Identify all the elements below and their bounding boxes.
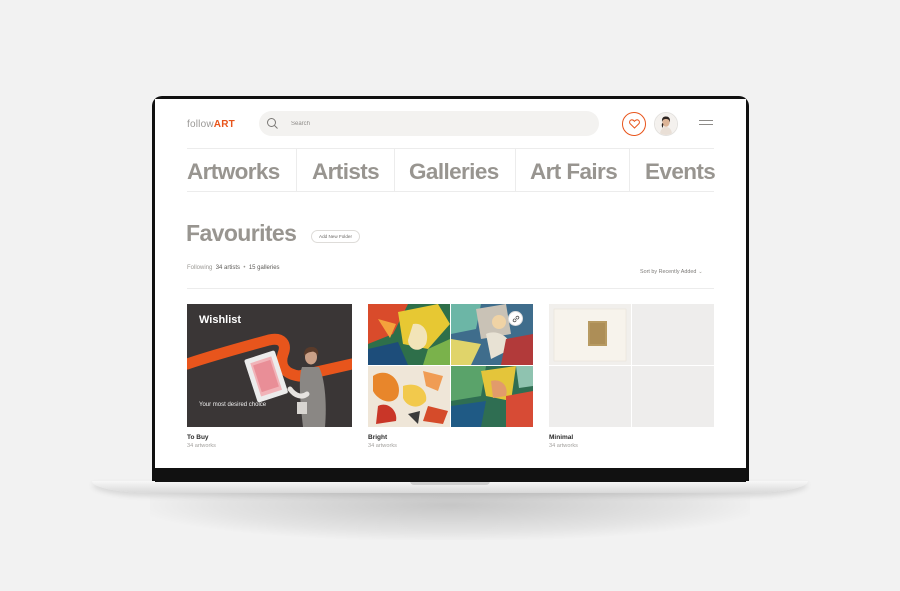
logo-art: ART bbox=[213, 119, 235, 130]
folder-name[interactable]: To Buy bbox=[187, 434, 209, 441]
link-icon bbox=[512, 315, 520, 323]
bullet-separator: • bbox=[243, 265, 246, 271]
search-input[interactable] bbox=[291, 117, 581, 130]
hamburger-menu-icon[interactable] bbox=[699, 120, 713, 126]
folder-artwork-count: 34 artworks bbox=[187, 443, 216, 449]
section-divider bbox=[187, 288, 714, 289]
folder-artwork-count: 34 artworks bbox=[549, 443, 578, 449]
chevron-down-icon: ⌄ bbox=[698, 269, 703, 275]
logo-follow: follow bbox=[187, 119, 214, 130]
empty-thumbnail bbox=[632, 366, 714, 427]
nav-item-artworks[interactable]: Artworks bbox=[187, 149, 280, 191]
add-new-folder-button[interactable]: Add New Folder bbox=[311, 230, 360, 243]
logo[interactable]: followART bbox=[187, 119, 235, 130]
app-screen: followART Artworks Artists Galleries bbox=[155, 99, 746, 468]
empty-thumbnail bbox=[632, 304, 714, 365]
nav-divider bbox=[629, 149, 630, 191]
main-nav: Artworks Artists Galleries Art Fairs Eve… bbox=[187, 149, 716, 191]
nav-divider bbox=[394, 149, 395, 191]
artwork-thumbnail bbox=[368, 366, 450, 427]
sort-dropdown[interactable]: Sort by Recently Added ⌄ bbox=[640, 269, 703, 275]
following-summary: Following 34 artists • 15 galleries bbox=[187, 265, 280, 271]
favourites-button[interactable] bbox=[622, 112, 646, 136]
page-title: Favourites bbox=[186, 220, 297, 246]
wishlist-subtitle: Your most desired choice bbox=[199, 402, 267, 408]
nav-divider bbox=[296, 149, 297, 191]
nav-item-artists[interactable]: Artists bbox=[312, 149, 380, 191]
following-label: Following bbox=[187, 265, 213, 271]
folder-card-to-buy[interactable]: Wishlist Your most desired choice bbox=[187, 304, 352, 427]
share-link-button[interactable] bbox=[508, 311, 523, 326]
folder-name[interactable]: Bright bbox=[368, 434, 387, 441]
galleries-count[interactable]: 15 galleries bbox=[249, 265, 280, 271]
nav-divider bbox=[515, 149, 516, 191]
nav-item-events[interactable]: Events bbox=[645, 149, 716, 191]
empty-thumbnail bbox=[549, 366, 631, 427]
folder-name[interactable]: Minimal bbox=[549, 434, 573, 441]
search-icon bbox=[267, 118, 278, 129]
artwork-thumbnail bbox=[451, 366, 533, 427]
folder-artwork-count: 34 artworks bbox=[368, 443, 397, 449]
nav-item-art-fairs[interactable]: Art Fairs bbox=[530, 149, 618, 191]
heart-icon bbox=[629, 119, 640, 129]
artwork-thumbnail bbox=[549, 304, 631, 365]
user-avatar[interactable] bbox=[654, 112, 678, 136]
screen-bottom-bezel bbox=[155, 468, 746, 482]
nav-divider-bottom bbox=[187, 191, 714, 192]
avatar-portrait bbox=[655, 113, 677, 135]
search-bar[interactable] bbox=[259, 111, 599, 136]
nav-item-galleries[interactable]: Galleries bbox=[409, 149, 499, 191]
folder-card-bright[interactable] bbox=[368, 304, 533, 427]
artwork-thumbnail bbox=[368, 304, 450, 365]
sort-label: Sort by Recently Added bbox=[640, 269, 697, 275]
artists-count[interactable]: 34 artists bbox=[216, 265, 240, 271]
folder-card-minimal[interactable] bbox=[549, 304, 714, 427]
wishlist-title: Wishlist bbox=[199, 314, 242, 326]
